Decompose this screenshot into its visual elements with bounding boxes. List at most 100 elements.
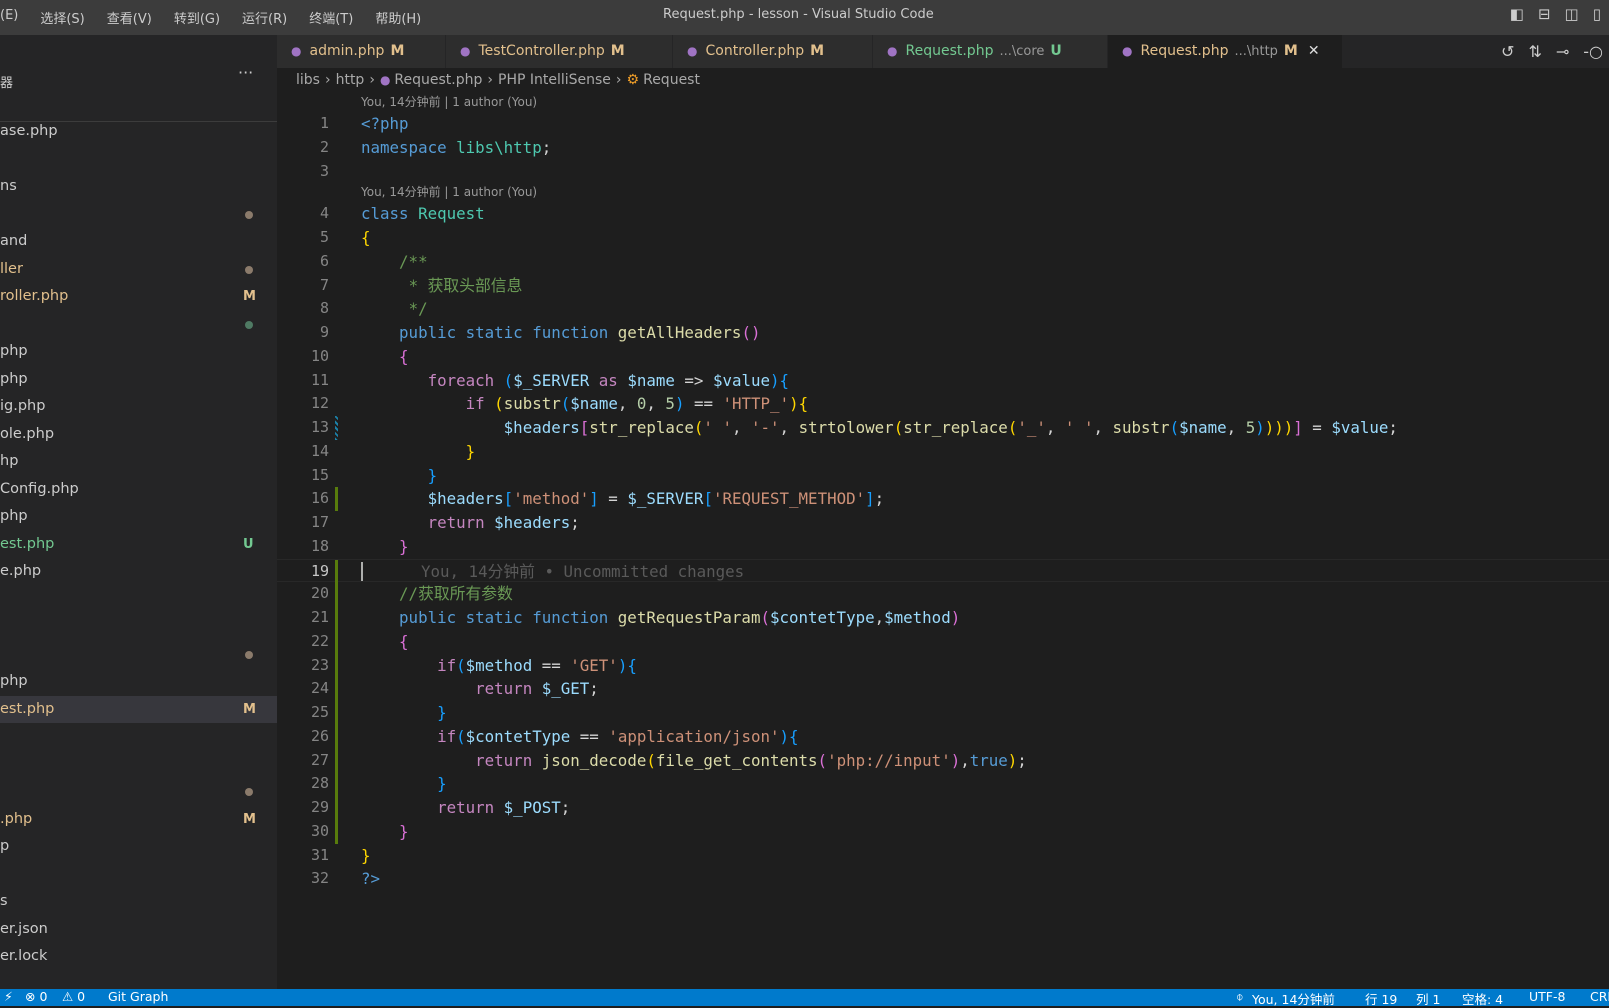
line-ending[interactable]: CRLF	[1590, 989, 1609, 1004]
file-tree-item[interactable]: .php M	[0, 806, 277, 834]
encoding[interactable]: UTF-8	[1529, 989, 1565, 1004]
code-line[interactable]: 23 if($method == 'GET'){	[277, 653, 1609, 678]
cursor-line[interactable]: 行 19	[1365, 989, 1397, 1008]
breadcrumb-libs[interactable]: libs	[296, 72, 320, 88]
file-tree-item[interactable]	[0, 723, 277, 751]
remote-icon[interactable]: ⚡	[4, 989, 13, 1004]
code-line[interactable]: 6 /**	[277, 250, 1609, 274]
code-editor[interactable]: You, 14分钟前 | 1 author (You) 1 <?php 2 names…	[277, 93, 1609, 891]
code-line[interactable]: 16 $headers['method'] = $_SERVER['REQUES…	[277, 487, 1609, 511]
code-line[interactable]: 29 return $_POST;	[277, 796, 1609, 820]
file-tree-item[interactable]: ller	[0, 256, 277, 284]
code-line[interactable]: 12 if (substr($name, 0, 5) == 'HTTP_'){	[277, 392, 1609, 416]
file-tree-item[interactable]: ns	[0, 173, 277, 201]
codelens-authors[interactable]: You, 14分钟前 | 1 author (You)	[277, 93, 1609, 112]
menu-run[interactable]: 运行(R)	[242, 8, 287, 27]
file-tree-item[interactable]: hp	[0, 448, 277, 476]
git-gutter-added[interactable]	[335, 772, 338, 796]
code-line[interactable]: 32 ?>	[277, 867, 1609, 891]
file-tree-item[interactable]: est.php M	[0, 695, 277, 723]
code-line[interactable]: 8 */	[277, 297, 1609, 321]
file-tree-item[interactable]: php	[0, 338, 277, 366]
code-line[interactable]: 22 {	[277, 629, 1609, 654]
git-gutter-added[interactable]	[335, 677, 338, 701]
git-gutter-added[interactable]	[335, 796, 338, 820]
file-tree-item[interactable]: est.php U	[0, 531, 277, 559]
cursor-col[interactable]: 列 1	[1416, 989, 1440, 1008]
file-tree-item[interactable]	[0, 861, 277, 889]
close-icon[interactable]: ✕	[1308, 43, 1320, 59]
git-gutter-added[interactable]	[335, 629, 338, 654]
file-tree-item[interactable]	[0, 778, 277, 806]
code-line[interactable]: 7 * 获取头部信息	[277, 274, 1609, 298]
file-tree-item[interactable]: s	[0, 888, 277, 916]
code-line[interactable]: 2 namespace libs\http;	[277, 136, 1609, 160]
tab-request-php-4[interactable]: ● Request.php ...\http M ✕	[1108, 35, 1343, 68]
git-gutter-added[interactable]	[335, 487, 338, 511]
git-graph-button[interactable]: Git Graph	[108, 989, 168, 1004]
file-tree-item[interactable]: ase.php	[0, 118, 277, 146]
menu-help[interactable]: 帮助(H)	[375, 8, 421, 27]
file-tree-item[interactable]: p	[0, 833, 277, 861]
file-tree-item[interactable]: roller.php M	[0, 283, 277, 311]
code-line[interactable]: 17 return $headers;	[277, 511, 1609, 535]
file-tree-item[interactable]: er.json	[0, 916, 277, 944]
code-line[interactable]: 10 {	[277, 345, 1609, 369]
toggle-sidebar-icon[interactable]: ◧	[1510, 5, 1524, 23]
file-tree-item[interactable]: php	[0, 503, 277, 531]
tab-controller-php[interactable]: ● Controller.php M	[673, 35, 873, 68]
code-line[interactable]: 25 }	[277, 701, 1609, 725]
customize-layout-icon[interactable]: ▯	[1593, 5, 1601, 23]
git-gutter-added[interactable]	[335, 819, 338, 844]
file-tree-item[interactable]: er.lock	[0, 943, 277, 971]
git-gutter-added[interactable]	[335, 559, 338, 584]
file-tree-item[interactable]: e.php	[0, 558, 277, 586]
code-line[interactable]: 31}	[277, 844, 1609, 868]
code-line[interactable]: 14 }	[277, 440, 1609, 464]
code-line[interactable]: 26 if($contetType == 'application/json')…	[277, 724, 1609, 749]
git-gutter-added[interactable]	[335, 724, 338, 749]
git-gutter-added[interactable]	[335, 701, 338, 725]
more-actions-icon[interactable]: ···	[238, 63, 253, 82]
warnings-count[interactable]: ⚠ 0	[62, 989, 85, 1004]
tab-admin-php[interactable]: ● admin.php M	[277, 35, 446, 68]
file-tree-item[interactable]: php	[0, 366, 277, 394]
errors-count[interactable]: ⊗ 0	[25, 989, 47, 1004]
tab-testcontroller-php[interactable]: ● TestController.php M	[446, 35, 673, 68]
file-tree-item[interactable]: php	[0, 668, 277, 696]
code-line[interactable]: 15 }	[277, 464, 1609, 488]
code-line[interactable]: 5{	[277, 226, 1609, 250]
history-icon[interactable]: ↺	[1501, 42, 1514, 61]
file-tree-item[interactable]	[0, 201, 277, 229]
git-gutter-added[interactable]	[335, 748, 338, 773]
code-line[interactable]: 27 return json_decode(file_get_contents(…	[277, 748, 1609, 773]
menu-terminal[interactable]: 终端(T)	[309, 8, 353, 27]
toggle-panel-icon[interactable]: ⊟	[1538, 5, 1551, 23]
menu-view[interactable]: 查看(V)	[107, 8, 152, 27]
codelens-authors[interactable]: You, 14分钟前 | 1 author (You)	[277, 183, 1609, 202]
code-line[interactable]: 24 return $_GET;	[277, 677, 1609, 701]
git-gutter-added[interactable]	[335, 653, 338, 678]
code-line[interactable]: 28 }	[277, 772, 1609, 796]
indentation[interactable]: 空格: 4	[1462, 989, 1503, 1008]
tab-request-php-3[interactable]: ● Request.php ...\core U	[873, 35, 1108, 68]
file-tree-item[interactable]	[0, 586, 277, 614]
git-gutter-added[interactable]	[335, 582, 338, 606]
breadcrumb-intellisense[interactable]: PHP IntelliSense	[498, 72, 611, 88]
git-gutter-added[interactable]	[335, 606, 338, 630]
file-tree-item[interactable]	[0, 751, 277, 779]
blame-status[interactable]: You, 14分钟前	[1252, 989, 1335, 1008]
code-line[interactable]: 13 $headers[str_replace(' ', '-', strtol…	[277, 416, 1609, 440]
code-line[interactable]: 19 You, 14分钟前 • Uncommitted changes	[277, 558, 1609, 584]
breadcrumb-file[interactable]: Request.php	[394, 72, 482, 88]
code-line[interactable]: 30 }	[277, 819, 1609, 844]
file-tree-item[interactable]	[0, 311, 277, 339]
code-line[interactable]: 1 <?php	[277, 112, 1609, 136]
file-tree-item[interactable]	[0, 613, 277, 641]
file-tree-item[interactable]: ig.php	[0, 393, 277, 421]
code-line[interactable]: 21 public static function getRequestPara…	[277, 606, 1609, 630]
go-back-icon[interactable]: ⊸	[1556, 42, 1569, 61]
code-line[interactable]: 4 class Request	[277, 202, 1609, 226]
file-tree-item[interactable]: Config.php	[0, 476, 277, 504]
code-line[interactable]: 9 public static function getAllHeaders()	[277, 321, 1609, 345]
